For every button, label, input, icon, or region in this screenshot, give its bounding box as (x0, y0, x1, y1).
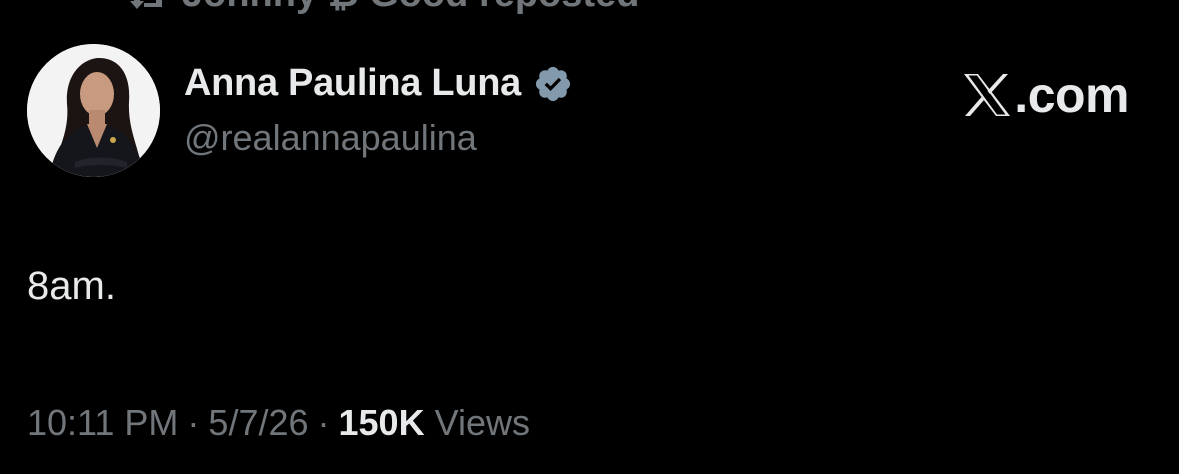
avatar-photo (27, 44, 160, 177)
tweet-meta: 10:11 PM · 5/7/26 · 150K Views (27, 402, 530, 444)
tweet-date[interactable]: 5/7/26 (208, 402, 308, 444)
author-name-row: Anna Paulina Luna (184, 62, 573, 105)
views-label: Views (434, 402, 530, 443)
avatar[interactable] (27, 44, 160, 177)
repost-text: Johnny ₿ Good reposted (182, 0, 639, 16)
repost-icon (128, 0, 168, 11)
repost-indicator[interactable]: Johnny ₿ Good reposted (128, 0, 639, 16)
author-display-name[interactable]: Anna Paulina Luna (184, 62, 521, 105)
author-handle[interactable]: @realannapaulina (184, 117, 477, 159)
views-count[interactable]: 150K (339, 402, 425, 444)
tweet-text: 8am. (27, 264, 116, 308)
x-logo-icon (962, 73, 1012, 117)
x-com-watermark: .com (962, 66, 1129, 124)
meta-separator: · (317, 402, 330, 443)
brand-text: .com (1014, 67, 1129, 123)
verified-badge-icon[interactable] (533, 64, 573, 104)
meta-separator: · (187, 402, 200, 443)
tweet-time[interactable]: 10:11 PM (27, 402, 178, 444)
